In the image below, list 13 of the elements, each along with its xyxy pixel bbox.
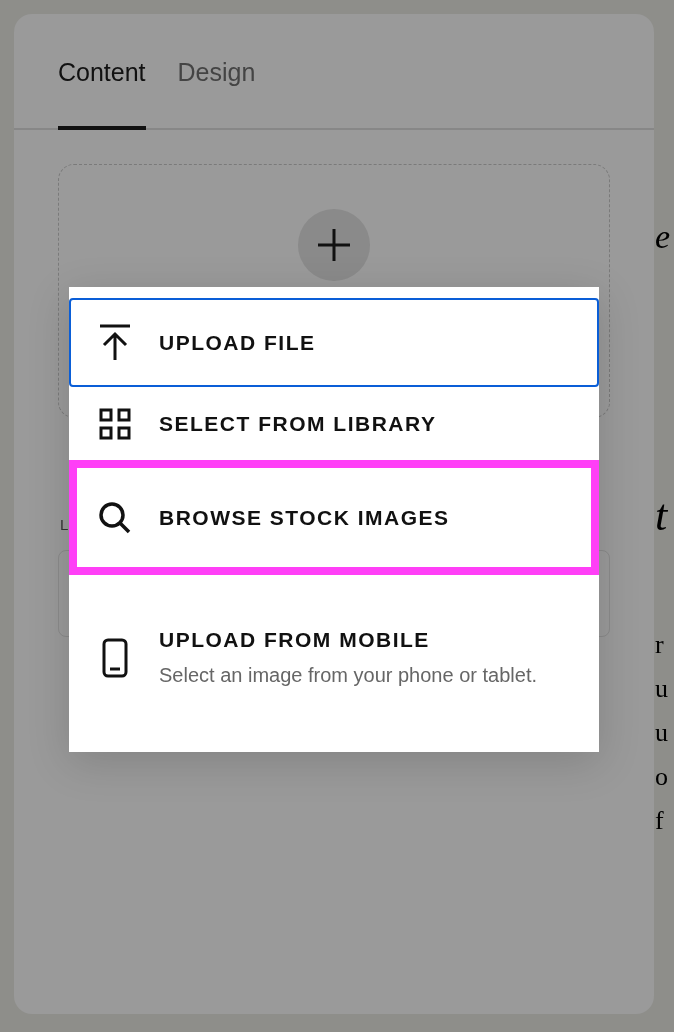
menu-item-description: Select an image from your phone or tablet. (159, 663, 538, 689)
body-text: r (655, 629, 664, 661)
heading-letter: e (655, 220, 671, 254)
menu-item-label: UPLOAD FROM MOBILE (159, 626, 430, 653)
menu-item-label: SELECT FROM LIBRARY (159, 410, 437, 437)
body-text: o (655, 761, 668, 793)
body-text: u (655, 673, 668, 705)
menu-item-label: UPLOAD FILE (159, 329, 316, 356)
heading-letter: t (655, 494, 668, 538)
field-label: L (60, 514, 69, 535)
menu-item-label: BROWSE STOCK IMAGES (159, 504, 450, 531)
body-text: u (655, 717, 668, 749)
body-text: f (655, 805, 664, 837)
